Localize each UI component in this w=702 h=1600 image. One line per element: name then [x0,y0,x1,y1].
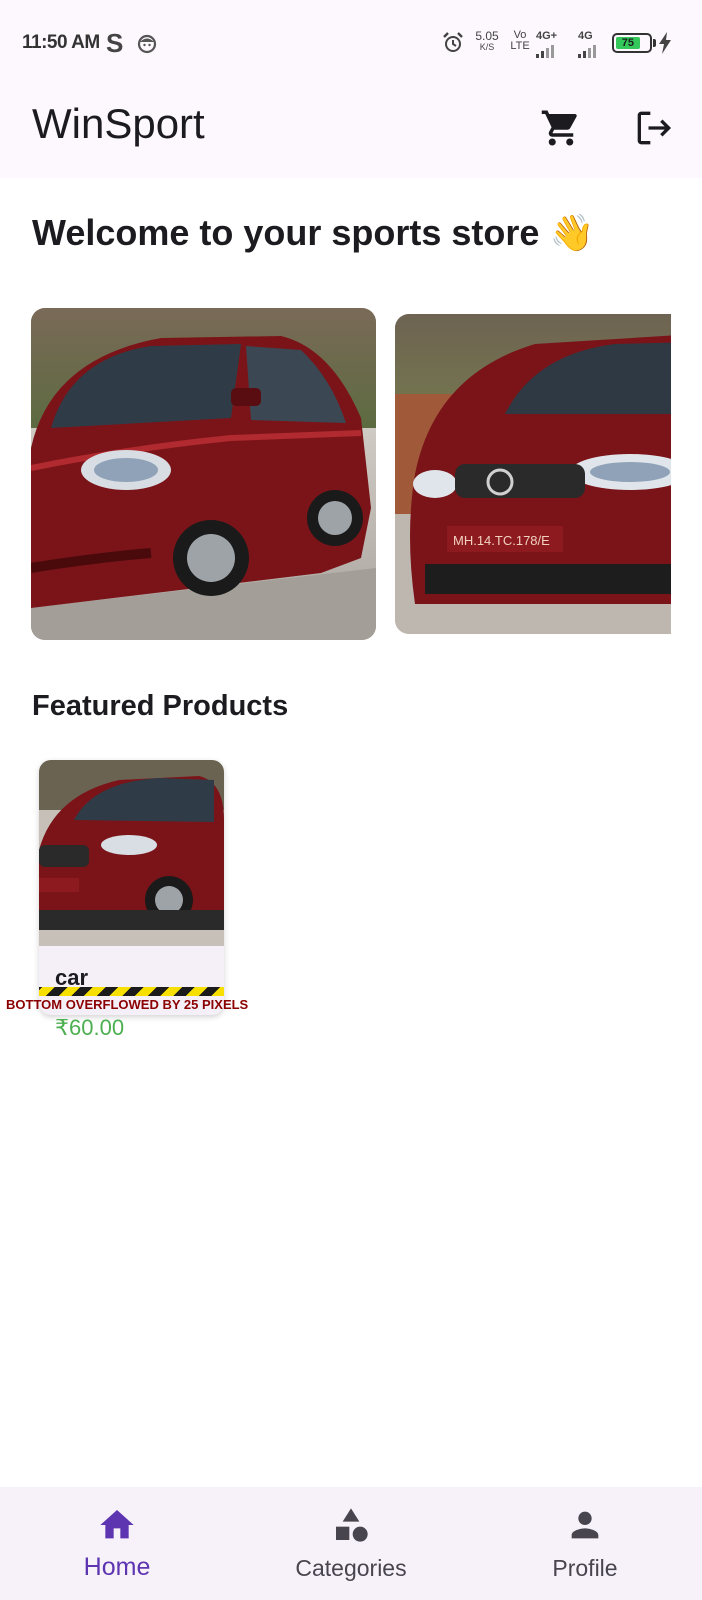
app-bar: WinSport [0,88,702,178]
nav-label-categories: Categories [295,1555,407,1581]
battery-tip [653,39,656,47]
cart-button[interactable] [533,100,589,156]
nav-label-home: Home [83,1553,151,1581]
network-speed: 5.05 K/S [473,30,501,52]
featured-products-title: Featured Products [32,690,289,722]
speed-value: 5.05 [475,29,499,43]
bottom-navigation: Home Categories Profile [0,1487,702,1600]
nav-item-categories[interactable]: Categories [234,1487,468,1600]
status-bar: 11:50 AM S 5.05 K/S Vo LTE 4G+ 4G 75 [0,0,702,88]
overflow-warning: BOTTOM OVERFLOWED BY 25 PIXELS [6,997,249,1012]
logout-button[interactable] [626,100,682,156]
network-type-1: 4G+ [536,30,558,42]
product-price: ₹60.00 [55,1015,125,1040]
volte-bottom: LTE [510,40,530,52]
signal-icon-2: 4G [578,30,596,58]
product-image [39,760,224,946]
signal-icon: 4G+ [536,30,557,58]
nav-item-home[interactable]: Home [0,1487,234,1600]
alarm-icon [441,31,465,60]
carousel-image-car-side[interactable] [31,308,376,640]
status-time: 11:50 AM [22,32,100,53]
product-card[interactable]: car [39,760,224,1015]
charging-icon [658,32,672,59]
shapes-icon [331,1505,371,1550]
cart-icon [541,110,577,146]
home-icon [97,1505,137,1550]
person-icon [565,1505,605,1550]
app-title: WinSport [32,100,205,147]
s-app-icon: S [106,28,124,58]
nav-item-profile[interactable]: Profile [468,1487,702,1600]
speed-unit: K/S [479,42,495,52]
face-icon [137,34,157,59]
battery-icon: 75 [612,33,652,53]
logout-icon [637,111,672,145]
battery-level: 75 [616,37,640,49]
svg-text:MH.14.TC.178/E: MH.14.TC.178/E [453,533,550,548]
volte-indicator: Vo LTE [509,30,531,52]
carousel-image-car-front[interactable]: MH.14.TC.178/E [395,314,671,634]
overflow-indicator-stripe [39,987,224,996]
nav-label-profile: Profile [552,1555,618,1581]
banner-carousel[interactable]: MH.14.TC.178/E [31,300,671,640]
welcome-heading: Welcome to your sports store 👋 [32,212,595,253]
network-type-2: 4G [578,30,593,42]
